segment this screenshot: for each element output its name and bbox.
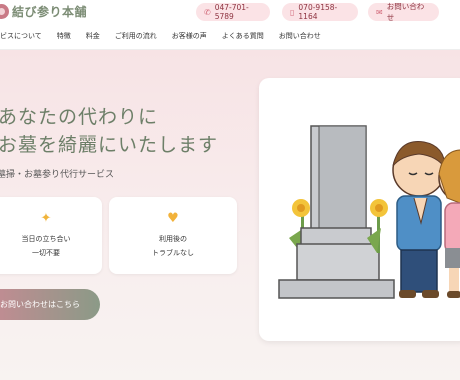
feature-card-line1: 利用後の <box>159 235 187 243</box>
mobile-phone-button[interactable]: ▯ 070-9158-1164 <box>282 3 358 21</box>
hero-subheading: 墓掃・お墓参り代行サービス <box>0 170 115 180</box>
heart-hands-icon: ♥ <box>167 211 179 226</box>
feature-card-no-attendance: ✦ 当日の立ち合い 一切不要 <box>0 197 102 274</box>
cta-contact-button[interactable]: お問い合わせはこちら <box>0 289 100 320</box>
grave-illustration <box>278 125 460 299</box>
nav-item-pricing[interactable]: 料金 <box>86 31 100 41</box>
contact-label: お問い合わせ <box>386 2 425 22</box>
hero-heading-line2: お墓を綺麗にいたします <box>0 134 219 156</box>
mail-icon: ✉ <box>376 7 383 17</box>
logo-text: 結び参り本舗 <box>12 5 88 19</box>
sparkle-icon: ✦ <box>40 211 52 226</box>
contact-button[interactable]: ✉ お問い合わせ <box>368 2 439 22</box>
hero-heading-line1: あなたの代わりに <box>0 106 159 128</box>
feature-card-line1: 当日の立ち合い <box>21 235 71 243</box>
nav-item-faq[interactable]: よくある質問 <box>222 31 264 41</box>
nav-item-features[interactable]: 特徴 <box>57 31 71 41</box>
nav-item-service[interactable]: サービスについて <box>0 31 42 41</box>
feature-card-line2: 一切不要 <box>32 249 60 257</box>
praying-girl-icon <box>438 149 460 298</box>
praying-boy-icon <box>392 141 446 298</box>
mobile-number: 070-9158-1164 <box>298 3 338 21</box>
nav-item-testimonials[interactable]: お客様の声 <box>172 31 207 41</box>
logo-mark-icon <box>0 4 9 19</box>
phone-number: 047-701-5789 <box>214 3 249 21</box>
mobile-phone-icon: ▯ <box>290 7 295 17</box>
nav-item-contact[interactable]: お問い合わせ <box>279 31 321 41</box>
nav-item-flow[interactable]: ご利用の流れ <box>115 31 157 41</box>
hero-illustration <box>259 78 460 341</box>
site-header: 結び参り本舗 ✆ 047-701-5789 ▯ 070-9158-1164 ✉ … <box>0 0 460 50</box>
phone-button[interactable]: ✆ 047-701-5789 <box>196 3 270 21</box>
feature-card-no-trouble: ♥ 利用後の トラブルなし <box>109 197 237 274</box>
main-nav: サービスについて 特徴 料金 ご利用の流れ お客様の声 よくある質問 お問い合わ… <box>0 31 336 41</box>
phone-icon: ✆ <box>204 7 211 17</box>
feature-card-line2: トラブルなし <box>152 249 194 257</box>
site-logo[interactable]: 結び参り本舗 <box>0 3 87 20</box>
